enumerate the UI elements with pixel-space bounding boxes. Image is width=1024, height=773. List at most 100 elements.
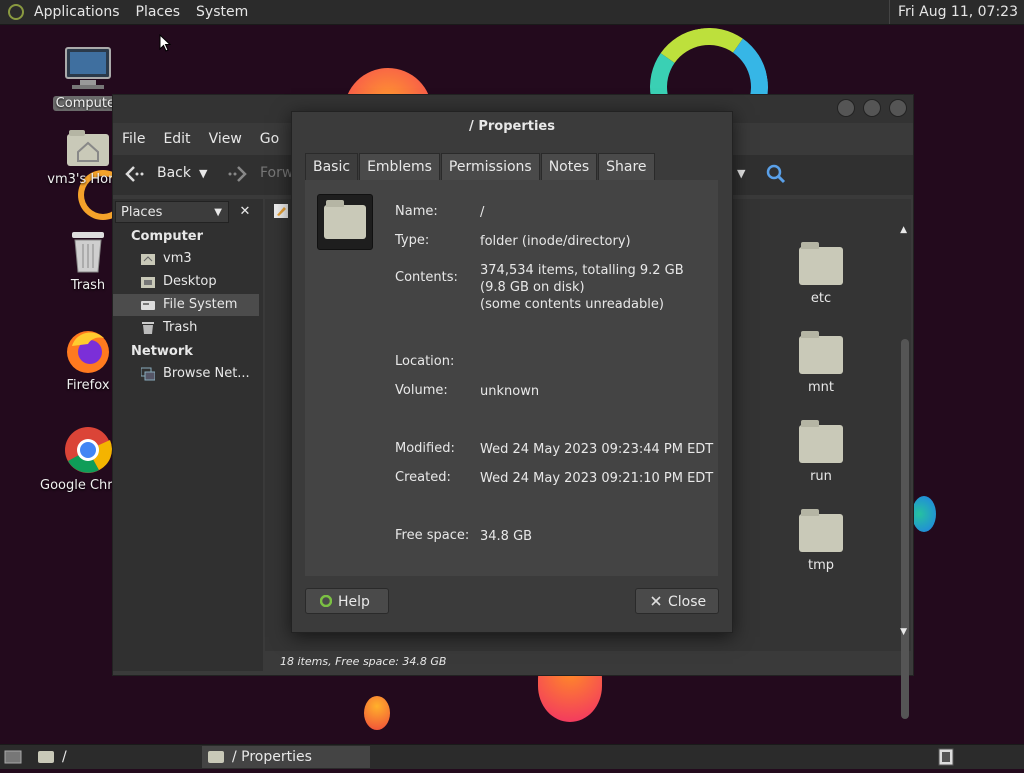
name-label: Name: [395,204,438,219]
sidebar-item-browse-network[interactable]: Browse Net... [113,363,259,385]
created-label: Created: [395,470,451,485]
scroll-down-icon[interactable]: ▼ [900,627,907,637]
menu-go[interactable]: Go [251,125,288,153]
taskbar-item-label: / Properties [232,749,312,765]
bottom-panel: / / Properties [0,744,1024,769]
menu-places[interactable]: Places [128,0,189,24]
trash-icon [142,322,154,334]
show-desktop-icon[interactable] [4,746,22,768]
clock[interactable]: Fri Aug 11, 07:23 [889,0,1018,24]
file-label: tmp [807,558,834,573]
trash-icon [72,232,104,273]
taskbar-item-file-manager[interactable]: / [38,746,77,768]
tab-notes[interactable]: Notes [540,153,598,181]
file-label: etc [810,291,832,306]
close-button[interactable]: Close [635,588,719,614]
contents-value-line-1: 374,534 items, totalling 9.2 GB [480,263,684,278]
sidebar-item-desktop[interactable]: Desktop [113,271,259,293]
home-icon [141,254,155,265]
wallpaper-shape [912,496,936,532]
tab-bar: Basic Emblems Permissions Notes Share [305,153,656,181]
sidebar-item-label: Trash [163,320,198,335]
folder-icon [324,200,366,239]
type-label: Type: [395,233,430,248]
contents-value-line-3: (some contents unreadable) [480,297,664,312]
workspace-switcher-icon[interactable] [936,746,956,768]
free-space-value: 34.8 GB [480,529,533,544]
properties-dialog: / Properties Basic Emblems Permissions N… [291,111,733,633]
help-button-label: Help [338,594,370,610]
modified-value: Wed 24 May 2023 09:23:44 PM EDT [480,442,714,457]
menu-view[interactable]: View [200,125,251,153]
file-item-tmp[interactable]: tmp [781,509,861,573]
mate-logo-icon[interactable] [8,4,24,20]
minimize-button[interactable] [837,99,855,117]
network-icon [141,367,155,381]
tab-basic[interactable]: Basic [305,153,359,181]
dialog-title[interactable]: / Properties [292,112,732,142]
sidebar-item-trash[interactable]: Trash [113,317,259,339]
taskbar-item-label: / [62,749,67,765]
sidebar-heading-computer: Computer [131,229,204,244]
menu-applications[interactable]: Applications [26,0,128,24]
menu-system[interactable]: System [188,0,256,24]
name-value: / [480,205,485,220]
home-folder-icon [67,130,109,166]
maximize-button[interactable] [863,99,881,117]
back-button[interactable]: Back [157,165,191,181]
help-button[interactable]: Help [305,588,389,614]
file-item-mnt[interactable]: mnt [781,331,861,395]
sidebar-item-vm3[interactable]: vm3 [113,248,259,270]
computer-icon [65,47,111,89]
sidebar-heading-network: Network [131,344,193,359]
back-arrow-icon[interactable] [123,164,145,188]
help-icon [320,595,332,607]
drive-icon [141,301,155,310]
scroll-up-icon[interactable]: ▲ [900,225,907,235]
chrome-icon [65,427,112,473]
volume-value: unknown [480,384,540,399]
volume-label: Volume: [395,383,448,398]
wallpaper-shape [364,696,390,730]
search-icon[interactable] [765,163,787,189]
close-icon [651,596,661,606]
top-panel: Applications Places System Fri Aug 11, 0… [0,0,1024,25]
folder-icon [208,751,224,763]
menu-file[interactable]: File [113,125,154,153]
type-value: folder (inode/directory) [480,234,631,249]
menubar: File Edit View Go [113,125,288,153]
basic-tab-panel: Name: / Type: folder (inode/directory) C… [305,180,718,576]
folder-icon-button[interactable] [317,194,373,250]
file-item-run[interactable]: run [781,420,861,484]
folder-icon [799,509,843,552]
sidebar-item-file-system[interactable]: File System [113,294,259,316]
file-item-etc[interactable]: etc [781,242,861,306]
edit-location-icon[interactable] [273,203,289,223]
modified-label: Modified: [395,441,455,456]
chevron-down-icon: ▼ [214,207,222,218]
toolbar-dropdown-icon[interactable]: ▼ [737,167,745,180]
back-history-dropdown-icon[interactable]: ▼ [199,167,207,180]
tab-share[interactable]: Share [598,153,655,181]
desktop-folder-icon [141,277,155,288]
contents-value-line-2: (9.8 GB on disk) [480,280,585,295]
places-combo[interactable]: Places ▼ [115,201,229,223]
close-sidebar-button[interactable]: ✕ [233,201,257,223]
folder-icon [799,331,843,374]
tab-emblems[interactable]: Emblems [359,153,440,181]
scrollbar[interactable] [901,339,909,719]
forward-button[interactable]: Forw [260,165,293,181]
sidebar-item-label: vm3 [163,251,192,266]
file-label: run [810,469,832,484]
menu-edit[interactable]: Edit [154,125,199,153]
sidebar-item-label: File System [163,297,238,312]
mouse-cursor-icon [159,34,171,52]
forward-arrow-icon[interactable] [227,164,249,188]
location-label: Location: [395,354,455,369]
folder-icon [799,420,843,463]
close-button-label: Close [668,594,707,610]
firefox-icon [67,331,109,373]
close-window-button[interactable] [889,99,907,117]
taskbar-item-properties[interactable]: / Properties [202,746,370,768]
tab-permissions[interactable]: Permissions [440,153,540,181]
